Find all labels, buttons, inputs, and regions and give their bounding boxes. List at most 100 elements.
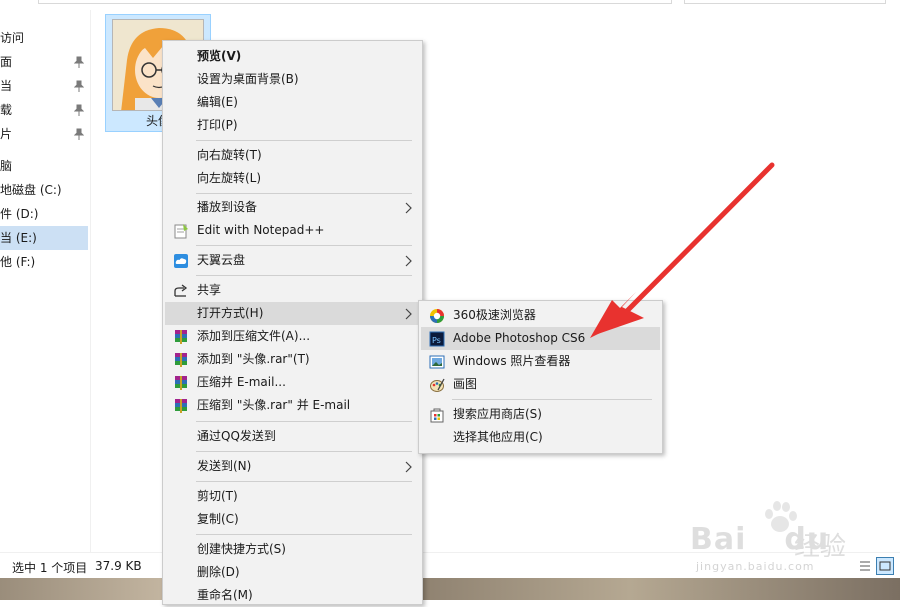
nav-item-label: 载 — [0, 103, 13, 117]
menu-item-label: 打开方式(H) — [197, 306, 264, 320]
selection-status: 选中 1 个项目 — [12, 561, 88, 575]
chevron-right-icon — [405, 308, 412, 320]
menu-item-rotate-left[interactable]: 向左旋转(L) — [165, 167, 420, 190]
menu-item-add-to-rar[interactable]: 添加到 "头像.rar"(T) — [165, 348, 420, 371]
menu-item-copy[interactable]: 复制(C) — [165, 508, 420, 531]
menu-item-compress-email[interactable]: 压缩并 E-mail... — [165, 371, 420, 394]
pin-icon — [74, 128, 84, 140]
menu-item-tianyi-cloud[interactable]: 天翼云盘 — [165, 249, 420, 272]
menu-item-label: 编辑(E) — [197, 95, 238, 109]
menu-item-label: 设置为桌面背景(B) — [197, 72, 299, 86]
menu-item-cast-to-device[interactable]: 播放到设备 — [165, 196, 420, 219]
nav-item-label: 面 — [0, 55, 13, 69]
menu-item-compress-rar-email[interactable]: 压缩到 "头像.rar" 并 E-mail — [165, 394, 420, 417]
menu-item-label: 添加到压缩文件(A)... — [197, 329, 311, 343]
menu-separator — [196, 245, 412, 246]
chevron-right-icon — [405, 255, 412, 267]
nav-item-drive-f[interactable]: 他 (F:) — [0, 250, 88, 274]
menu-item-label: 通过QQ发送到 — [197, 429, 276, 443]
nav-item-label: 当 — [0, 79, 13, 93]
menu-item-print[interactable]: 打印(P) — [165, 114, 420, 137]
pin-icon — [74, 104, 84, 116]
menu-item-label: 删除(D) — [197, 565, 240, 579]
nav-item-quick-access[interactable]: 访问 — [0, 26, 88, 50]
nav-item-this-pc[interactable]: 脑 — [0, 154, 88, 178]
open-with-photoshop[interactable]: Ps Adobe Photoshop CS6 — [421, 327, 660, 350]
menu-item-send-to[interactable]: 发送到(N) — [165, 455, 420, 478]
nav-item-pictures[interactable]: 片 — [0, 122, 88, 146]
navigation-pane: 访问 面 当 载 片 脑 地磁盘 (C:) 件 (D:) 当 (E:) 他 (F… — [0, 10, 91, 555]
address-bar[interactable] — [38, 0, 672, 4]
menu-item-label: 添加到 "头像.rar"(T) — [197, 352, 310, 366]
open-with-choose-other-app[interactable]: 选择其他应用(C) — [421, 426, 660, 449]
open-with-paint[interactable]: 画图 — [421, 373, 660, 396]
menu-item-label: 共享 — [197, 283, 222, 297]
menu-item-open-with[interactable]: 打开方式(H) — [165, 302, 420, 325]
menu-separator — [196, 275, 412, 276]
menu-item-label: 选择其他应用(C) — [453, 430, 543, 444]
nav-item-label: 他 (F:) — [0, 255, 36, 269]
menu-item-label: 打印(P) — [197, 118, 238, 132]
nav-item-label: 访问 — [0, 31, 25, 45]
nav-item-drive-d[interactable]: 件 (D:) — [0, 202, 88, 226]
menu-item-send-via-qq[interactable]: 通过QQ发送到 — [165, 425, 420, 448]
menu-item-share[interactable]: 共享 — [165, 279, 420, 302]
nav-item-drive-c[interactable]: 地磁盘 (C:) — [0, 178, 88, 202]
menu-item-rename[interactable]: 重命名(M) — [165, 584, 420, 607]
open-with-search-store[interactable]: 搜索应用商店(S) — [421, 403, 660, 426]
menu-item-rotate-right[interactable]: 向右旋转(T) — [165, 144, 420, 167]
menu-item-label: Edit with Notepad++ — [197, 223, 325, 237]
menu-item-label: 画图 — [453, 377, 478, 391]
browser-360-icon — [430, 309, 444, 323]
context-menu: 预览(V) 设置为桌面背景(B) 编辑(E) 打印(P) 向右旋转(T) 向左旋… — [162, 40, 423, 605]
open-with-360-browser[interactable]: 360极速浏览器 — [421, 304, 660, 327]
nav-item-label: 当 (E:) — [0, 231, 37, 245]
menu-item-cut[interactable]: 剪切(T) — [165, 485, 420, 508]
menu-item-label: 向右旋转(T) — [197, 148, 262, 162]
chevron-right-icon — [405, 461, 412, 473]
menu-item-create-shortcut[interactable]: 创建快捷方式(S) — [165, 538, 420, 561]
menu-item-label: 搜索应用商店(S) — [453, 407, 542, 421]
menu-item-set-wallpaper[interactable]: 设置为桌面背景(B) — [165, 68, 420, 91]
menu-item-label: 发送到(N) — [197, 459, 252, 473]
menu-item-label: 复制(C) — [197, 512, 239, 526]
search-box[interactable] — [684, 0, 886, 4]
nav-item-label: 地磁盘 (C:) — [0, 183, 62, 197]
menu-separator — [196, 193, 412, 194]
paint-icon — [430, 378, 445, 392]
menu-item-label: 预览(V) — [197, 49, 242, 63]
cloud-icon — [174, 254, 188, 268]
pin-icon — [74, 80, 84, 92]
file-size-status: 37.9 KB — [95, 559, 142, 573]
menu-item-edit[interactable]: 编辑(E) — [165, 91, 420, 114]
menu-item-edit-notepad[interactable]: Edit with Notepad++ — [165, 219, 420, 242]
menu-item-label: 播放到设备 — [197, 200, 258, 214]
open-with-photo-viewer[interactable]: Windows 照片查看器 — [421, 350, 660, 373]
menu-item-label: 剪切(T) — [197, 489, 238, 503]
winrar-icon — [175, 330, 187, 344]
photo-viewer-icon — [429, 355, 445, 369]
nav-item-desktop[interactable]: 面 — [0, 50, 88, 74]
pin-icon — [74, 56, 84, 68]
large-icons-view-button[interactable] — [876, 557, 894, 575]
menu-item-label: 360极速浏览器 — [453, 308, 536, 322]
share-icon — [174, 284, 188, 297]
open-with-submenu: 360极速浏览器 Ps Adobe Photoshop CS6 Windows … — [418, 300, 663, 454]
nav-item-downloads[interactable]: 载 — [0, 98, 88, 122]
winrar-icon — [175, 353, 187, 367]
nav-item-documents[interactable]: 当 — [0, 74, 88, 98]
watermark-jingyan: 经验 — [794, 532, 847, 562]
nav-item-drive-e[interactable]: 当 (E:) — [0, 226, 88, 250]
menu-item-label: 压缩并 E-mail... — [197, 375, 286, 389]
baidu-watermark: Bai du 经验 jingyan.baidu.com — [690, 500, 860, 580]
menu-item-preview[interactable]: 预览(V) — [165, 45, 420, 68]
large-icons-view-icon — [879, 561, 891, 571]
menu-item-label: 向左旋转(L) — [197, 171, 262, 185]
menu-item-delete[interactable]: 删除(D) — [165, 561, 420, 584]
store-icon — [430, 408, 444, 423]
menu-item-label: Windows 照片查看器 — [453, 354, 571, 368]
nav-item-label: 脑 — [0, 159, 13, 173]
menu-item-add-to-archive[interactable]: 添加到压缩文件(A)... — [165, 325, 420, 348]
menu-separator — [196, 451, 412, 452]
menu-item-label: 重命名(M) — [197, 588, 253, 602]
